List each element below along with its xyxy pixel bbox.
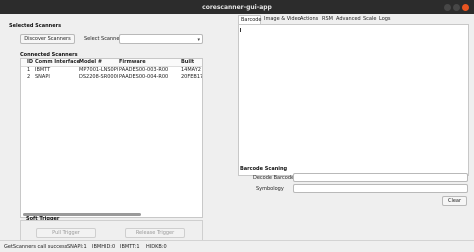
cell-firmware: PAADES00-003-R00	[119, 67, 169, 73]
status-ibmtt-count: IBMTT:1	[120, 244, 140, 250]
barcode-scanning-title: Barcode Scaning	[240, 166, 288, 172]
select-scanner-label: Select Scanner	[84, 36, 122, 42]
connected-scanners-table[interactable]: ID Comm Interface Model # Firmware Built…	[20, 58, 203, 218]
release-trigger-button[interactable]: Release Trigger	[125, 228, 185, 238]
tab-rsm[interactable]: RSM	[322, 15, 333, 24]
minimize-icon[interactable]	[444, 4, 451, 11]
tab-advanced[interactable]: Advanced	[336, 15, 361, 24]
cell-id: 2	[27, 74, 31, 80]
tab-actions[interactable]: Actions	[300, 15, 318, 24]
status-snapi-count: SNAPI:1	[67, 244, 87, 250]
cell-built: 14MAY2	[181, 67, 201, 73]
table-row[interactable]: 1 IBMTT MP7001-LNS0P00US PAADES00-003-R0…	[21, 67, 202, 74]
column-header-comm-interface[interactable]: Comm Interface	[35, 59, 80, 66]
cell-firmware: PAADES00-004-R00	[119, 74, 169, 80]
cell-built: 20FEB17	[181, 74, 203, 80]
decode-barcode-label: Decode Barcode	[253, 175, 295, 181]
table-row[interactable]: 2 SNAPI DS2208-SR00006ZZWW PAADES00-004-…	[21, 74, 202, 81]
status-bar: GetScanners call success SNAPI:1 IBMHID:…	[0, 240, 474, 252]
text-cursor	[240, 28, 241, 32]
status-ibmhid-count: IBMHID:0	[92, 244, 116, 250]
cell-comm-interface: SNAPI	[35, 74, 50, 80]
barcode-output-area[interactable]	[238, 24, 469, 176]
tab-barcode[interactable]: Barcode	[238, 15, 262, 24]
column-header-built[interactable]: Built	[181, 59, 194, 66]
close-icon[interactable]	[462, 4, 469, 11]
pull-trigger-button[interactable]: Pull Trigger	[36, 228, 96, 238]
app-window: Selected Scanners Discover Scanners Sele…	[0, 14, 474, 252]
symbology-label: Symbology	[256, 186, 284, 192]
chevron-down-icon: ▾	[197, 37, 200, 43]
cell-comm-interface: IBMTT	[35, 67, 51, 73]
status-hidkb-count: HIDKB:0	[146, 244, 167, 250]
cell-model: MP7001-LNS0P00US	[79, 67, 118, 73]
table-header: ID Comm Interface Model # Firmware Built	[21, 59, 202, 67]
status-message: GetScanners call success	[4, 244, 68, 250]
column-header-model[interactable]: Model #	[79, 59, 102, 66]
tab-bar: Barcode Image & Video Actions RSM Advanc…	[238, 14, 474, 24]
tab-image-video[interactable]: Image & Video	[264, 15, 301, 24]
column-header-firmware[interactable]: Firmware	[119, 59, 146, 66]
column-header-id[interactable]: ID	[27, 59, 33, 66]
cell-model: DS2208-SR00006ZZWW	[79, 74, 118, 80]
discover-scanners-button[interactable]: Discover Scanners	[20, 34, 75, 44]
select-scanner-dropdown[interactable]: ▾	[119, 34, 203, 44]
maximize-icon[interactable]	[453, 4, 460, 11]
window-title: corescanner-gui-app	[202, 4, 272, 11]
symbology-field[interactable]	[293, 184, 468, 193]
window-titlebar: corescanner-gui-app	[0, 0, 474, 14]
clear-button[interactable]: Clear	[442, 196, 467, 206]
selected-scanners-title: Selected Scanners	[9, 23, 62, 29]
tab-logs[interactable]: Logs	[379, 15, 391, 24]
tab-scale[interactable]: Scale	[363, 15, 376, 24]
cell-id: 1	[27, 67, 31, 73]
decode-barcode-field[interactable]	[293, 173, 468, 182]
